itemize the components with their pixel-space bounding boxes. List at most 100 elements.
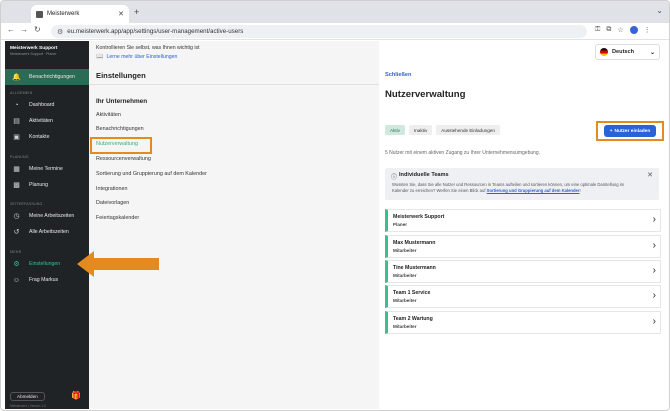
user-role: Mitarbeiter: [393, 298, 417, 303]
settings-link-notifications[interactable]: Benachrichtigungen: [96, 126, 144, 132]
tab-bar: Meisterwerk ✕ + ⌄: [1, 1, 669, 23]
learn-more-link[interactable]: 📖 Lerne mehr über Einstellungen: [96, 53, 177, 61]
user-count-text: 5 Nutzer mit einem aktiven Zugang zu Ihr…: [385, 150, 541, 156]
settings-link-file-templates[interactable]: Dateivorlagen: [96, 200, 129, 206]
dashboard-icon: ◔: [14, 101, 19, 109]
user-name: Team 1 Service: [393, 290, 431, 296]
language-label: Deutsch: [612, 49, 635, 55]
user-name: Max Mustermann: [393, 240, 436, 246]
settings-column: Kontrollieren Sie selbst, was Ihnen wich…: [89, 41, 379, 409]
open-external-icon[interactable]: ⧉: [606, 26, 611, 34]
sidebar-section-more: MEHR: [10, 250, 22, 254]
highlight-box-invite: [596, 121, 664, 141]
url-text: eu.meisterwerk.app/app/settings/user-man…: [67, 28, 244, 35]
user-role: Planer: [393, 222, 408, 227]
settings-link-activities[interactable]: Aktivitäten: [96, 112, 121, 118]
list-item[interactable]: Tine Mustermann Mitarbeiter ›: [385, 260, 661, 283]
teams-info-end: !: [579, 187, 581, 193]
clock-icon: ◷: [13, 213, 20, 220]
sidebar-item-label: Meine Termine: [29, 166, 63, 172]
tab-pending-invites[interactable]: Ausstehende Einladungen: [436, 125, 500, 135]
sidebar-item-contacts[interactable]: ▣ Kontakte: [5, 129, 89, 145]
sidebar-item-label: Meine Arbeitszeiten: [29, 213, 75, 219]
back-icon[interactable]: ←: [7, 25, 15, 34]
close-link[interactable]: Schließen: [385, 72, 411, 78]
close-icon[interactable]: ✕: [647, 171, 653, 179]
logout-button[interactable]: Abmelden: [10, 392, 45, 401]
sidebar-item-label: Aktivitäten: [29, 118, 53, 124]
sidebar-item-my-appointments[interactable]: ▦ Meine Termine: [5, 161, 89, 177]
settings-link-integrations[interactable]: Integrationen: [96, 186, 127, 192]
teams-info-title: Individuelle Teams: [399, 172, 449, 178]
annotation-arrow-icon: [77, 251, 159, 277]
sidebar-footer: Meisterwerk | Version 1.0: [10, 404, 46, 408]
calendar-check-icon: ▩: [13, 182, 20, 189]
favicon-icon: [36, 10, 43, 18]
divider: [89, 84, 379, 85]
user-filter-tabs: Aktiv Inaktiv Ausstehende Einladungen: [385, 125, 500, 135]
sidebar-item-activities[interactable]: ▤ Aktivitäten: [5, 113, 89, 129]
chevron-right-icon: ›: [652, 214, 656, 225]
profile-icon[interactable]: [629, 26, 638, 34]
settings-link-holiday-calendar[interactable]: Feiertagskalender: [96, 215, 139, 221]
sidebar-section-general: ALLGEMEIN: [10, 91, 33, 95]
user-role: Mitarbeiter: [393, 248, 417, 253]
smile-icon: ☺: [12, 276, 21, 284]
list-item[interactable]: Team 1 Service Mitarbeiter ›: [385, 285, 661, 308]
user-role: Mitarbeiter: [393, 273, 417, 278]
forward-icon[interactable]: →: [20, 25, 28, 34]
site-info-icon[interactable]: ⚙: [57, 28, 63, 36]
calendar-sorting-link[interactable]: Sortierung und Gruppierung auf dem Kalen…: [487, 188, 580, 193]
list-item[interactable]: Team 2 Wartung Mitarbeiter ›: [385, 311, 661, 334]
org-name: Meisterwerk Support: [10, 46, 58, 51]
history-icon: ↺: [13, 229, 20, 236]
tab-inactive[interactable]: Inaktiv: [408, 125, 433, 135]
document-icon: ▤: [13, 118, 20, 125]
browser-tab[interactable]: Meisterwerk ✕: [31, 5, 129, 23]
user-role: Mitarbeiter: [393, 324, 417, 329]
sidebar-item-all-worktimes[interactable]: ↺ Alle Arbeitszeiten: [5, 224, 89, 240]
teams-info-description: Wussten Sie, dass Sie alle Nutzer und Re…: [392, 182, 642, 193]
settings-link-calendar-sorting[interactable]: Sortierung und Gruppierung auf dem Kalen…: [96, 171, 207, 177]
kebab-menu-icon[interactable]: ⋮: [644, 26, 651, 34]
teams-info-box: ⓘ Individuelle Teams ✕ Wussten Sie, dass…: [385, 168, 659, 200]
language-select[interactable]: Deutsch ⌄: [595, 44, 660, 60]
sidebar-item-dashboard[interactable]: ◔ Dashboard: [5, 97, 89, 113]
sidebar-section-time: ZEITERFASSUNG: [10, 202, 43, 206]
gift-icon[interactable]: 🎁: [71, 391, 81, 400]
org-subtitle: Meisterwerk Support · Planer: [10, 52, 57, 56]
gear-icon: ⚙: [13, 261, 20, 268]
page-title: Einstellungen: [96, 71, 146, 80]
key-icon[interactable]: ⚿: [595, 26, 600, 34]
settings-link-resources[interactable]: Ressourcenverwaltung: [96, 156, 151, 162]
bookmark-star-icon[interactable]: ☆: [617, 26, 623, 34]
new-tab-icon[interactable]: +: [134, 7, 139, 17]
url-input[interactable]: ⚙ eu.meisterwerk.app/app/settings/user-m…: [51, 25, 587, 38]
list-item[interactable]: Max Mustermann Mitarbeiter ›: [385, 235, 661, 258]
info-icon: ⓘ: [391, 175, 398, 181]
sidebar-item-label: Einstellungen: [29, 261, 61, 267]
sidebar-item-planning[interactable]: ▩ Planung: [5, 177, 89, 193]
chevron-right-icon: ›: [652, 240, 656, 251]
chevron-down-icon: ⌄: [649, 49, 655, 56]
tab-title: Meisterwerk: [47, 11, 80, 17]
sidebar-item-label: Planung: [29, 182, 49, 188]
user-name: Team 2 Wartung: [393, 316, 433, 322]
section-heading: Ihr Unternehmen: [96, 98, 148, 105]
list-item[interactable]: Meisterwerk Support Planer ›: [385, 209, 661, 232]
settings-info-text: Kontrollieren Sie selbst, was Ihnen wich…: [96, 45, 200, 51]
contacts-icon: ▣: [13, 134, 20, 141]
sidebar-item-label: Frag Markus: [29, 277, 59, 283]
window-menu-icon[interactable]: ⌄: [656, 6, 663, 15]
chevron-right-icon: ›: [652, 316, 656, 327]
sidebar-item-my-worktimes[interactable]: ◷ Meine Arbeitszeiten: [5, 208, 89, 224]
tab-active[interactable]: Aktiv: [385, 125, 405, 135]
sidebar-item-notifications[interactable]: 🔔 Benachrichtigungen: [5, 69, 89, 85]
sidebar: Meisterwerk Support Meisterwerk Support …: [5, 41, 89, 409]
chevron-right-icon: ›: [652, 265, 656, 276]
close-tab-icon[interactable]: ✕: [118, 10, 124, 18]
sidebar-item-label: Alle Arbeitszeiten: [29, 229, 69, 235]
address-bar: ← → ↻ ⚙ eu.meisterwerk.app/app/settings/…: [1, 23, 669, 40]
user-name: Meisterwerk Support: [393, 214, 445, 220]
reload-icon[interactable]: ↻: [34, 25, 41, 34]
